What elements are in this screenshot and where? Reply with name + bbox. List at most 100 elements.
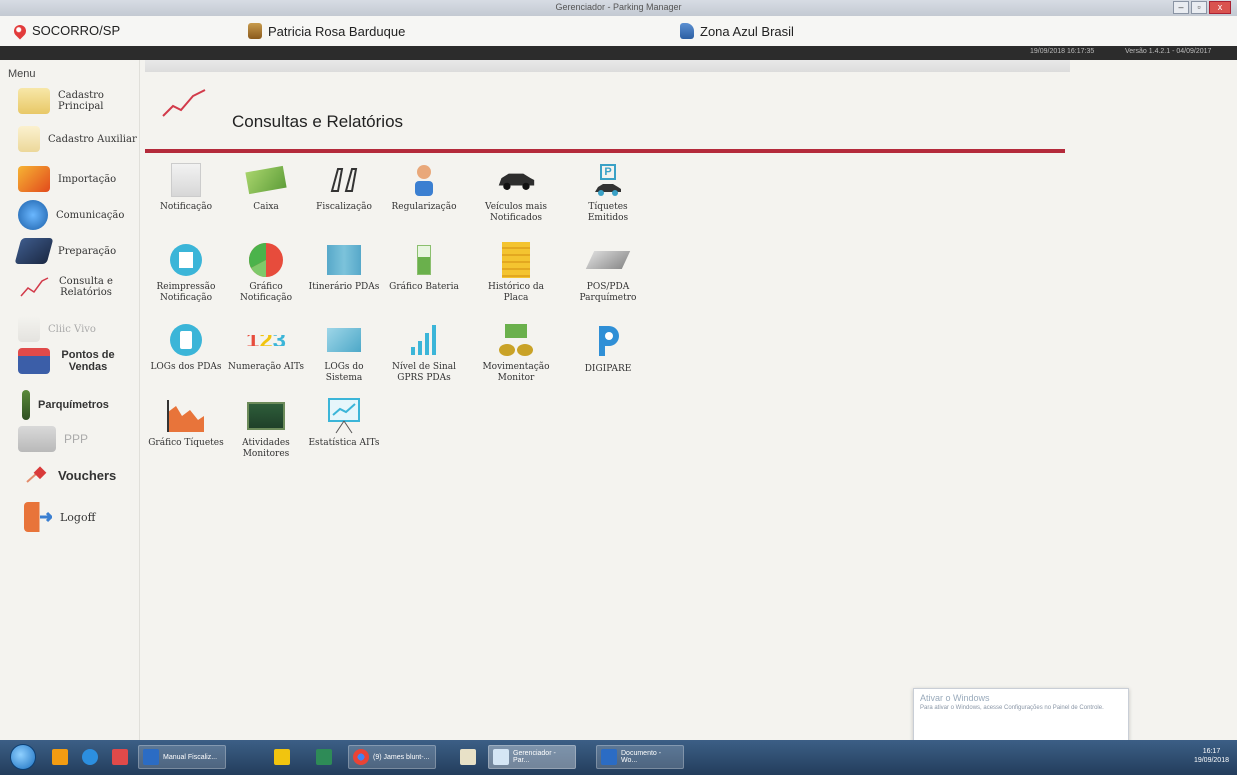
pda-icon <box>166 322 206 358</box>
taskbar-window-documento[interactable]: Documento - Wo... <box>596 745 684 769</box>
company-info: Zona Azul Brasil <box>680 23 794 39</box>
city-info: SOCORRO/SP <box>11 22 120 39</box>
sidebar-item-label: Preparação <box>58 245 117 257</box>
chrome-icon <box>353 749 369 765</box>
version-label: Versão 1.4.2.1 - 04/09/2017 <box>1125 48 1212 55</box>
tile-fiscalizacao[interactable]: Fiscalização <box>305 162 383 213</box>
sidebar-item-importacao[interactable]: Importação <box>18 166 116 192</box>
system-log-icon <box>324 322 364 358</box>
datetime-label: 19/09/2018 16:17:35 <box>1030 48 1095 55</box>
tile-regularizacao[interactable]: Regularização <box>385 162 463 213</box>
sidebar-item-comunicacao[interactable]: Comunicação <box>18 200 124 230</box>
window-titlebar: Gerenciador - Parking Manager – ▫ x <box>0 0 1237 16</box>
tile-grafico-bateria[interactable]: Gráfico Bateria <box>385 242 463 293</box>
sidebar: Menu Cadastro Principal Cadastro Auxilia… <box>0 60 140 740</box>
tile-label: Regularização <box>391 202 457 212</box>
tile-historico-placa[interactable]: Histórico da Placa <box>477 242 555 304</box>
company-label: Zona Azul Brasil <box>700 23 794 39</box>
page-title: Consultas e Relatórios <box>232 112 404 131</box>
tile-veiculos-notificados[interactable]: Veículos mais Notificados <box>477 162 555 224</box>
tile-pos-pda-parquimetro[interactable]: POS/PDA Parquímetro <box>569 242 647 304</box>
taskbar-label: Documento - Wo... <box>621 750 662 764</box>
area-chart-icon <box>166 398 206 434</box>
person-icon <box>404 162 444 198</box>
spreadsheet-icon <box>316 749 332 765</box>
tile-digipare[interactable]: DIGIPARE <box>569 322 647 375</box>
browser-icon <box>82 749 98 765</box>
activation-notification[interactable]: Ativar o Windows Para ativar o Windows, … <box>913 688 1129 744</box>
sidebar-item-vouchers[interactable]: Vouchers <box>24 465 116 485</box>
taskbar-window-manual[interactable]: Manual Fiscaliz... <box>138 745 226 769</box>
tile-label: Gráfico Notificação <box>239 282 293 303</box>
sidebar-item-parquimetros[interactable]: Parquímetros <box>22 390 109 420</box>
taskbar-window-chrome[interactable]: (9) James blunt-... <box>348 745 436 769</box>
tile-grafico-tiquetes[interactable]: Gráfico Tíquetes <box>147 398 225 449</box>
window-controls: – ▫ x <box>1173 1 1231 14</box>
car-icon <box>680 23 694 39</box>
tile-label: Caixa <box>253 202 279 212</box>
taskbar-window-gerenciador[interactable]: Gerenciador - Par... <box>488 745 576 769</box>
sidebar-item-ppp[interactable]: PPP <box>18 426 88 452</box>
sidebar-item-preparacao[interactable]: Preparação <box>14 238 117 264</box>
tile-itinerario-pdas[interactable]: Itinerário PDAs <box>305 242 383 293</box>
taskbar-pin-explorer[interactable] <box>270 745 294 769</box>
sidebar-item-pontos-de-vendas[interactable]: Pontos de Vendas <box>18 348 118 374</box>
tile-estatistica-aits[interactable]: Estatística AITs <box>305 398 383 449</box>
calendar-icon <box>112 749 128 765</box>
tile-label: Gráfico Bateria <box>389 282 459 292</box>
sidebar-item-cadastro-auxiliar[interactable]: Cadastro Auxiliar <box>18 126 137 152</box>
tile-notificacao[interactable]: Notificação <box>147 162 225 213</box>
app-chart-icon <box>493 749 509 765</box>
notification-form-icon <box>166 162 206 198</box>
logoff-icon <box>24 502 54 532</box>
status-strip: 19/09/2018 16:17:35 Versão 1.4.2.1 - 04/… <box>0 46 1237 60</box>
taskbar-pin-ie[interactable] <box>78 745 102 769</box>
sidebar-item-consulta-relatorios[interactable]: Consulta e Relatórios <box>18 274 114 300</box>
tile-label: DIGIPARE <box>584 364 632 374</box>
cars-icon <box>324 162 364 198</box>
word-icon <box>601 749 617 765</box>
sidebar-item-cadastro-principal[interactable]: Cadastro Principal <box>18 88 139 114</box>
tile-label: Notificação <box>159 202 213 212</box>
tile-logs-pdas[interactable]: LOGs dos PDAs <box>147 322 225 373</box>
taskbar-label: (9) James blunt-... <box>373 753 430 761</box>
minimize-button[interactable]: – <box>1173 1 1189 14</box>
tile-label: LOGs do Sistema <box>324 362 364 383</box>
header-band <box>145 60 1070 72</box>
tile-label: Numeração AITs <box>228 362 304 372</box>
tile-label: Estatística AITs <box>308 438 380 448</box>
taskbar-pin-excel[interactable] <box>312 745 336 769</box>
sidebar-item-label: Cadastro Principal <box>58 90 104 112</box>
tile-caixa[interactable]: Caixa <box>227 162 305 213</box>
tile-reimpressao-notificacao[interactable]: Reimpressão Notificação <box>147 242 225 304</box>
close-button[interactable]: x <box>1209 1 1231 14</box>
digipare-logo-icon <box>588 322 628 358</box>
notification-text: Para ativar o Windows, acesse Configuraç… <box>920 705 1104 711</box>
pos-terminal-icon <box>585 242 631 278</box>
tile-logs-sistema[interactable]: LOGs do Sistema <box>305 322 383 384</box>
reprint-icon <box>166 242 206 278</box>
tile-atividades-monitores[interactable]: Atividades Monitores <box>227 398 305 460</box>
ticket-icon <box>24 465 50 485</box>
sidebar-item-cliic-vivo[interactable]: Cliic Vivo <box>18 316 96 342</box>
tile-movimentacao-monitor[interactable]: Movimentação Monitor <box>477 322 555 384</box>
tile-numeracao-aits[interactable]: 123 Numeração AITs <box>227 322 305 373</box>
maximize-button[interactable]: ▫ <box>1191 1 1207 14</box>
notification-title: Ativar o Windows <box>920 693 990 703</box>
taskbar: Manual Fiscaliz... (9) James blunt-... G… <box>0 740 1237 775</box>
taskbar-label: Gerenciador - Par... <box>513 750 556 764</box>
system-clock[interactable]: 16:17 19/09/2018 <box>1194 747 1229 765</box>
tile-grafico-notificacao[interactable]: Gráfico Notificação <box>227 242 305 304</box>
taskbar-pin-media[interactable] <box>48 745 72 769</box>
parking-meter-icon <box>22 390 30 420</box>
taskbar-pin-files[interactable] <box>456 745 480 769</box>
tile-tiquetes-emitidos[interactable]: P Tíquetes Emitidos <box>569 162 647 224</box>
document-icon <box>18 126 40 152</box>
sidebar-item-logoff[interactable]: Logoff <box>24 502 95 532</box>
history-document-icon <box>496 242 536 278</box>
activity-board-icon <box>246 398 286 434</box>
taskbar-pin-calendar[interactable] <box>108 745 132 769</box>
tile-label: Nível de Sinal GPRS PDAs <box>392 362 456 383</box>
tile-nivel-sinal[interactable]: Nível de Sinal GPRS PDAs <box>385 322 463 384</box>
start-button[interactable] <box>10 744 36 770</box>
